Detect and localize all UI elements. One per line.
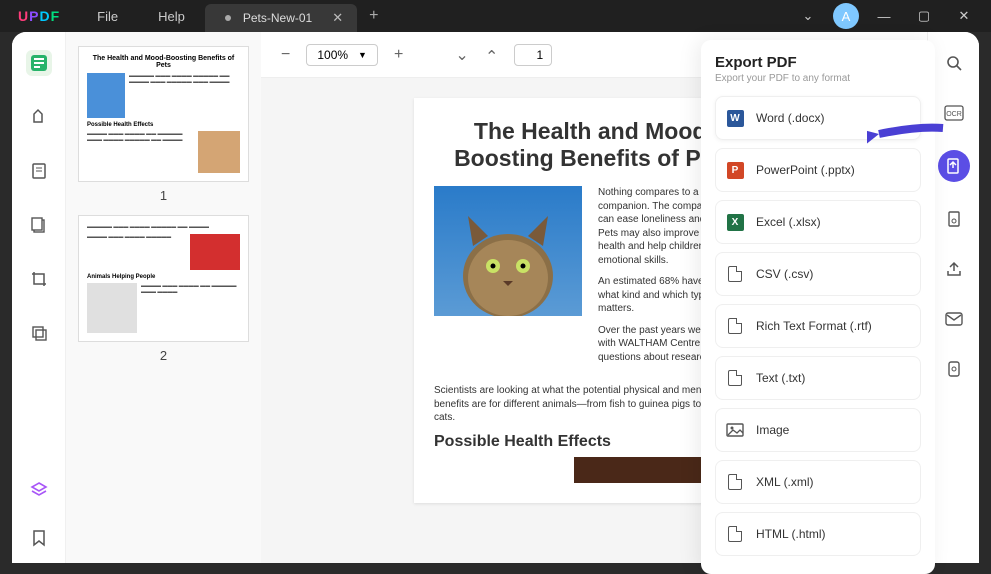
export-option-html[interactable]: HTML (.html) xyxy=(715,512,921,556)
prev-page-button[interactable]: ⌄ xyxy=(455,45,468,65)
export-label: CSV (.csv) xyxy=(756,267,813,281)
left-toolbar xyxy=(12,32,66,563)
file-type-icon xyxy=(726,525,744,543)
export-icon[interactable] xyxy=(938,150,970,182)
file-type-icon xyxy=(726,421,744,439)
edit-pdf-icon[interactable] xyxy=(26,158,52,184)
minimize-button[interactable]: ― xyxy=(869,9,899,24)
thumb-heading: Possible Health Effects xyxy=(87,122,240,128)
thumbnail-panel: The Health and Mood-Boosting Benefits of… xyxy=(66,32,261,563)
close-tab-icon[interactable]: ✕ xyxy=(332,10,343,26)
reader-mode-icon[interactable] xyxy=(26,50,52,76)
bookmark-icon[interactable] xyxy=(26,525,52,551)
export-option-csv[interactable]: CSV (.csv) xyxy=(715,252,921,296)
file-type-icon xyxy=(726,473,744,491)
tab-strip: Pets-New-01 ✕ + xyxy=(205,0,391,32)
document-tab[interactable]: Pets-New-01 ✕ xyxy=(205,4,357,32)
file-type-icon xyxy=(726,265,744,283)
thumbnail-page-2[interactable]: ▬▬▬▬▬ ▬▬▬ ▬▬▬▬ ▬▬▬▬▬ ▬▬ ▬▬▬▬ ▬▬▬▬ ▬▬▬ ▬▬… xyxy=(78,215,249,342)
layers-icon[interactable] xyxy=(26,477,52,503)
crop-icon[interactable] xyxy=(26,266,52,292)
file-type-icon: P xyxy=(726,161,744,179)
export-title: Export PDF xyxy=(715,54,921,71)
export-label: HTML (.html) xyxy=(756,527,826,541)
export-option-image[interactable]: Image xyxy=(715,408,921,452)
app-logo: UPDF xyxy=(0,8,77,24)
redact-icon[interactable] xyxy=(26,320,52,346)
thumbnail-page-1[interactable]: The Health and Mood-Boosting Benefits of… xyxy=(78,46,249,182)
export-label: Image xyxy=(756,423,789,437)
export-label: Word (.docx) xyxy=(756,111,824,125)
file-type-icon: W xyxy=(726,109,744,127)
export-option-text[interactable]: Text (.txt) xyxy=(715,356,921,400)
thumb-title: The Health and Mood-Boosting Benefits of… xyxy=(87,55,240,69)
page-number-input[interactable]: 1 xyxy=(514,44,552,66)
titlebar: UPDF File Help Pets-New-01 ✕ + ⌄ A ― ▢ ✕ xyxy=(0,0,991,32)
menu-file[interactable]: File xyxy=(77,0,138,32)
annotate-icon[interactable] xyxy=(26,104,52,130)
protect-icon[interactable] xyxy=(941,206,967,232)
zoom-in-button[interactable]: + xyxy=(394,46,403,64)
email-icon[interactable] xyxy=(941,306,967,332)
tab-label: Pets-New-01 xyxy=(243,11,312,25)
next-page-button[interactable]: ⌄ xyxy=(485,45,498,65)
maximize-button[interactable]: ▢ xyxy=(909,8,939,24)
cat-image xyxy=(434,186,582,316)
thumb-page-number: 1 xyxy=(78,188,249,203)
tab-modified-indicator xyxy=(225,15,231,21)
chevron-down-icon: ▼ xyxy=(358,50,367,60)
add-tab-button[interactable]: + xyxy=(357,7,390,25)
zoom-dropdown[interactable]: 100% ▼ xyxy=(306,44,378,66)
svg-text:OCR: OCR xyxy=(946,111,962,118)
export-label: Text (.txt) xyxy=(756,371,805,385)
thumb-heading: Animals Helping People xyxy=(87,274,240,280)
search-icon[interactable] xyxy=(941,50,967,76)
callout-arrow xyxy=(867,120,947,154)
export-option-xml[interactable]: XML (.xml) xyxy=(715,460,921,504)
print-icon[interactable] xyxy=(941,356,967,382)
export-label: XML (.xml) xyxy=(756,475,814,489)
close-window-button[interactable]: ✕ xyxy=(949,8,979,24)
export-label: PowerPoint (.pptx) xyxy=(756,163,855,177)
file-type-icon xyxy=(726,369,744,387)
zoom-value: 100% xyxy=(317,48,348,62)
thumb-page-number: 2 xyxy=(78,348,249,363)
export-label: Excel (.xlsx) xyxy=(756,215,821,229)
export-label: Rich Text Format (.rtf) xyxy=(756,319,872,333)
file-type-icon: X xyxy=(726,213,744,231)
export-subtitle: Export your PDF to any format xyxy=(715,73,921,84)
export-option-excel[interactable]: X Excel (.xlsx) xyxy=(715,200,921,244)
file-type-icon xyxy=(726,317,744,335)
export-option-rich[interactable]: Rich Text Format (.rtf) xyxy=(715,304,921,348)
chevron-down-icon[interactable]: ⌄ xyxy=(793,8,823,24)
zoom-out-button[interactable]: − xyxy=(281,46,290,64)
user-avatar[interactable]: A xyxy=(833,3,859,29)
menu-help[interactable]: Help xyxy=(138,0,205,32)
organize-pages-icon[interactable] xyxy=(26,212,52,238)
export-option-powerpoint[interactable]: P PowerPoint (.pptx) xyxy=(715,148,921,192)
share-icon[interactable] xyxy=(941,256,967,282)
